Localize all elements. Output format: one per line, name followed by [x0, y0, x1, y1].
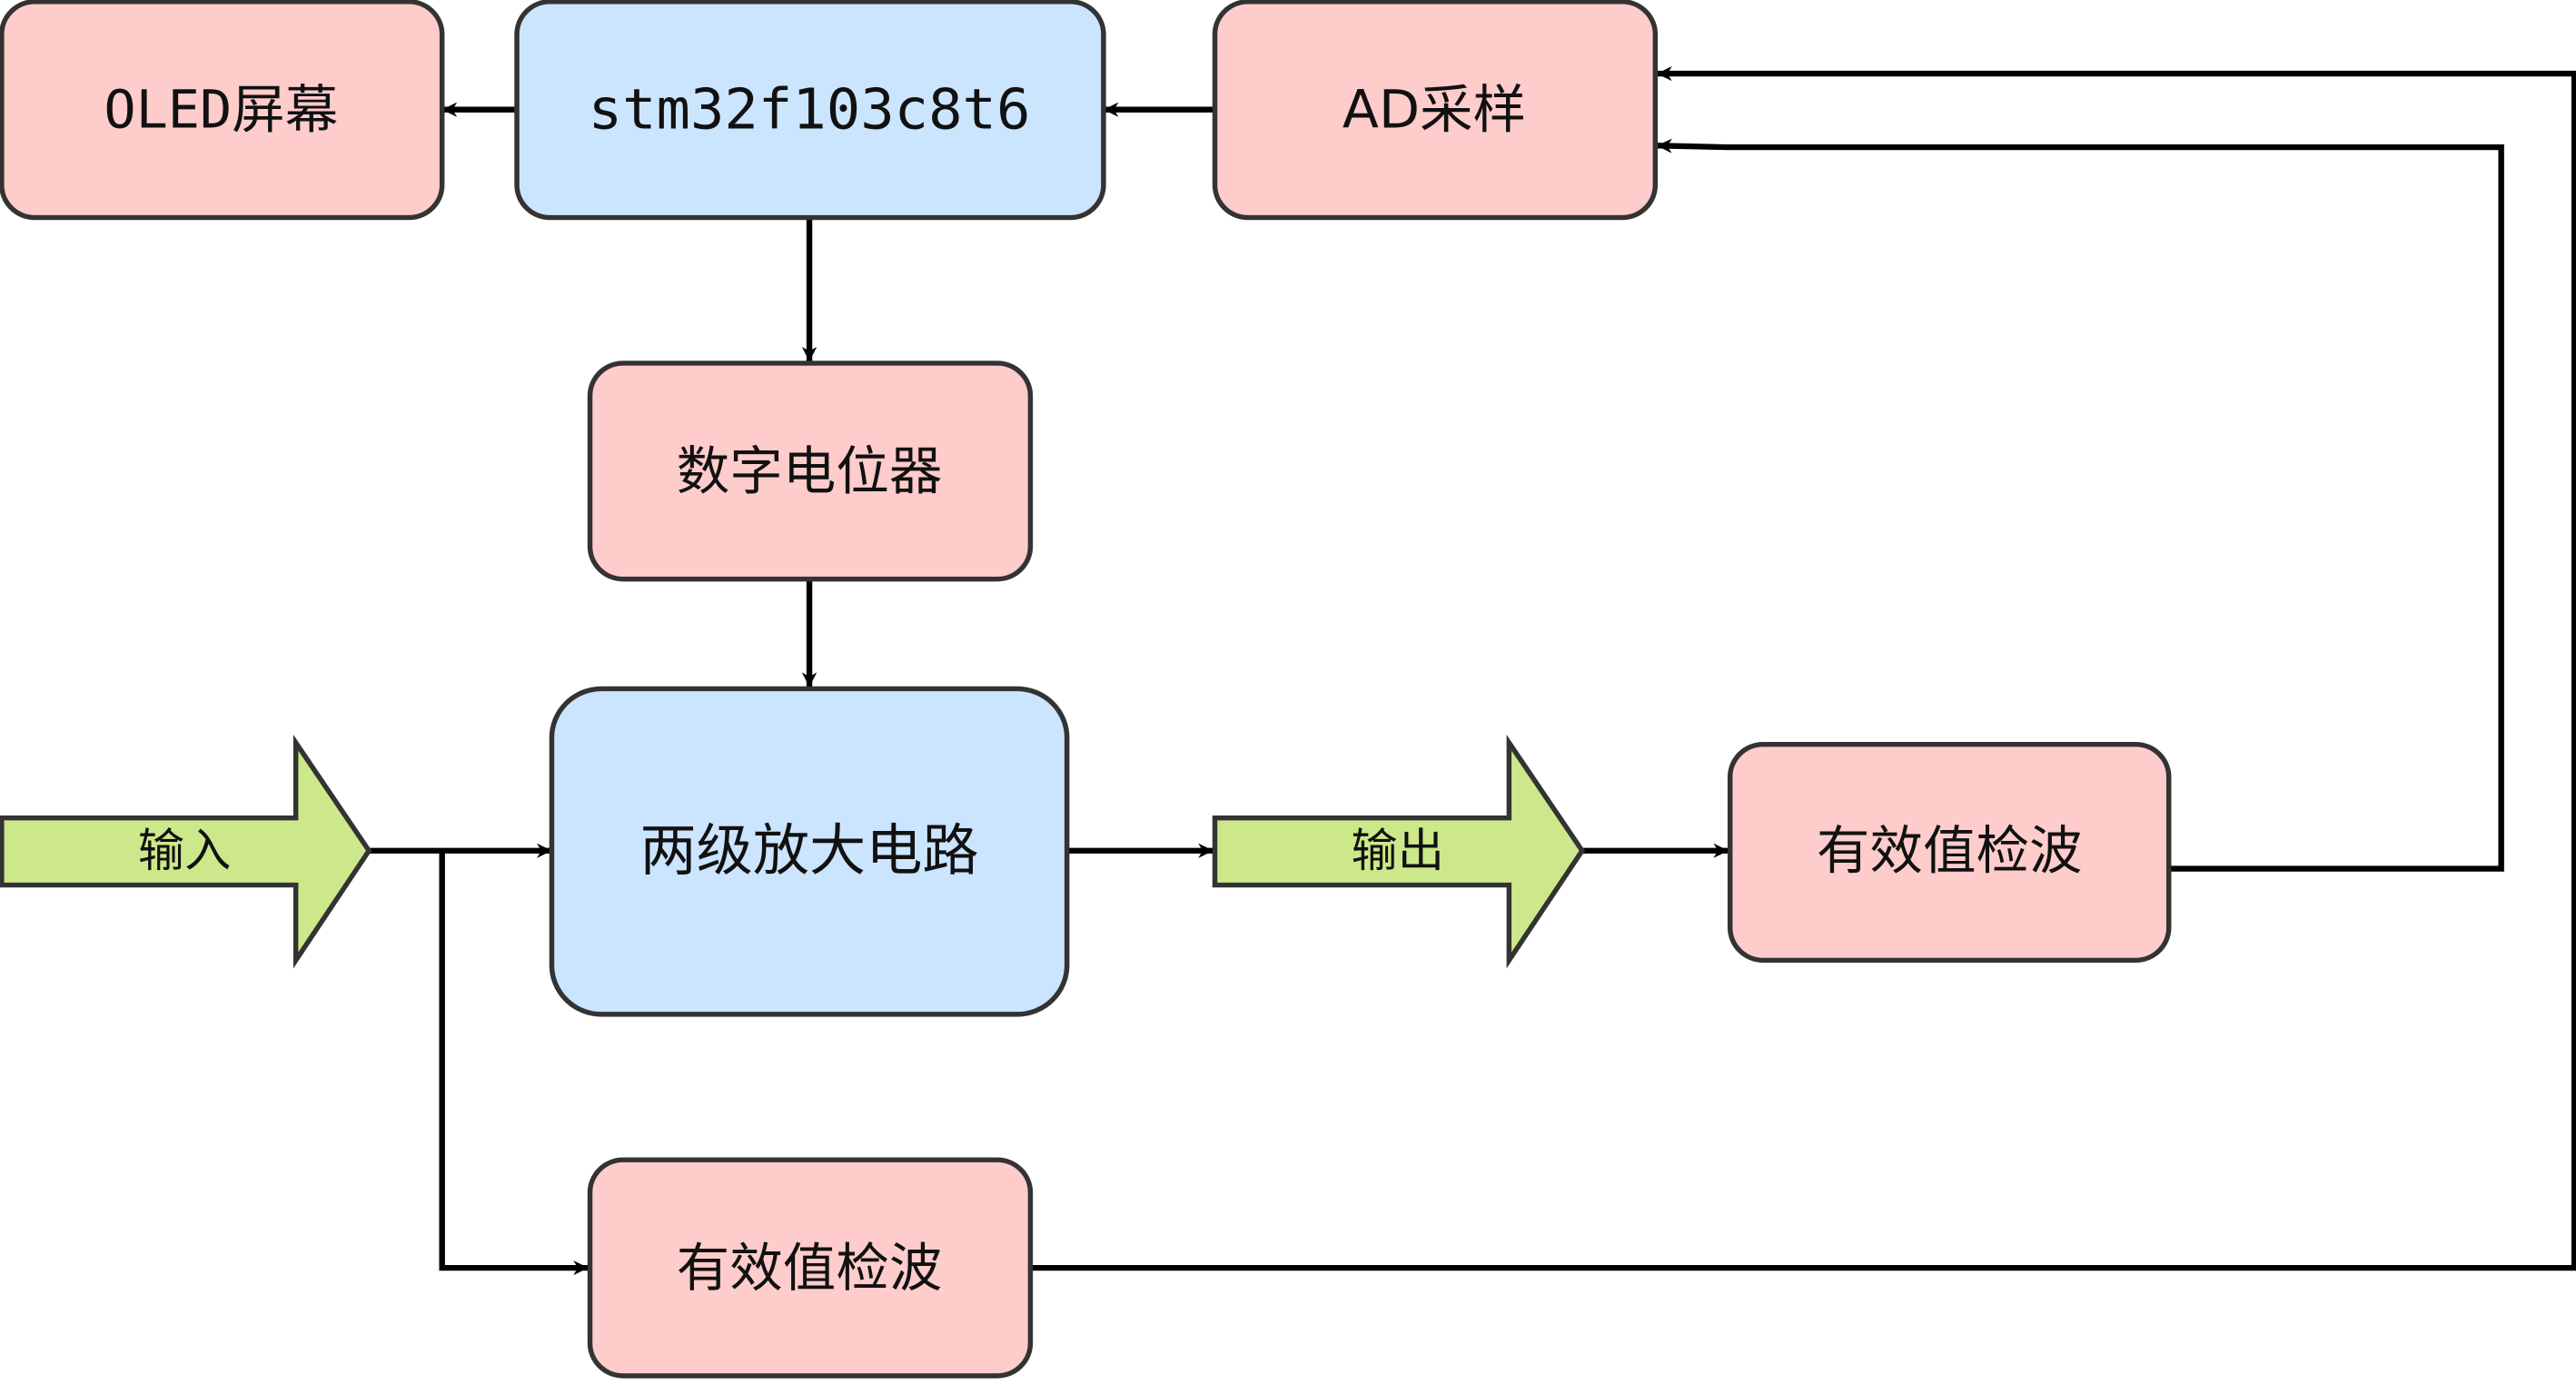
block-diagram: OLED屏幕 stm32f103c8t6 AD采样 数字电位器 两级放大电路 输… [0, 0, 2576, 1379]
digital-potentiometer-label: 数字电位器 [677, 440, 943, 501]
connectors [369, 65, 2576, 1276]
rms-detector-input-block: 有效值检波 [587, 1157, 1034, 1379]
output-label: 输出 [1352, 824, 1444, 877]
two-stage-amplifier-block: 两级放大电路 [549, 686, 1070, 1017]
rms-detector-output-label: 有效值检波 [1817, 820, 2083, 881]
edge-rms-in-to-adc [1030, 65, 2576, 1271]
rms-detector-input-label: 有效值检波 [677, 1237, 943, 1298]
input-label: 输入 [138, 824, 231, 877]
oled-screen-block: OLED屏幕 [0, 0, 445, 221]
output-arrow: 输出 [1212, 734, 1586, 969]
mcu-block: stm32f103c8t6 [514, 0, 1106, 221]
digital-potentiometer-block: 数字电位器 [587, 361, 1034, 582]
oled-screen-label: OLED屏幕 [104, 79, 338, 140]
input-arrow: 输入 [0, 734, 372, 969]
ad-sampling-label: AD采样 [1342, 79, 1526, 140]
mcu-label: stm32f103c8t6 [589, 77, 1031, 142]
rms-detector-output-block: 有效值检波 [1727, 741, 2172, 964]
ad-sampling-block: AD采样 [1212, 0, 1659, 221]
two-stage-amplifier-label: 两级放大电路 [639, 818, 978, 883]
